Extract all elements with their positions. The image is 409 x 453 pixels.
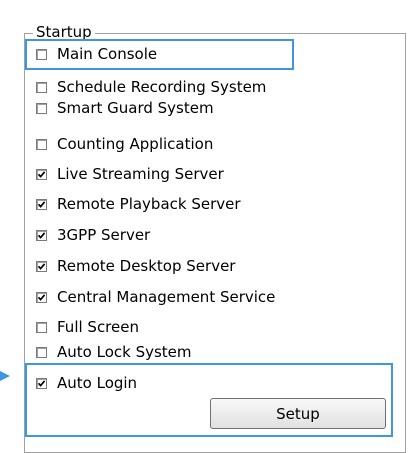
checkmark-icon — [38, 170, 45, 178]
checkbox-label: Remote Desktop Server — [57, 257, 236, 275]
checkbox[interactable] — [36, 138, 47, 150]
checkbox-label: 3GPP Server — [57, 226, 151, 244]
checkbox[interactable] — [36, 229, 47, 241]
checkbox[interactable] — [36, 198, 47, 210]
checkbox-label: Counting Application — [57, 135, 214, 153]
checkbox-item-central-management-service[interactable]: Central Management Service — [36, 286, 275, 308]
checkbox-item-remote-desktop-server[interactable]: Remote Desktop Server — [36, 255, 235, 277]
checkbox-item-3gpp-server[interactable]: 3GPP Server — [36, 224, 150, 246]
checkbox[interactable] — [36, 260, 47, 272]
checkmark-icon — [38, 262, 45, 270]
checkbox-label: Schedule Recording System — [57, 78, 267, 96]
checkbox[interactable] — [36, 291, 47, 303]
checkbox-label: Full Screen — [57, 318, 139, 336]
checkbox[interactable] — [36, 321, 47, 333]
checkmark-icon — [38, 231, 45, 239]
checkbox-label: Remote Playback Server — [57, 195, 241, 213]
highlight-box-auto-login — [25, 363, 393, 437]
checkbox-item-smart-guard-system[interactable]: Smart Guard System — [36, 97, 214, 119]
checkbox[interactable] — [36, 81, 47, 93]
checkbox-label: Smart Guard System — [57, 99, 214, 117]
checkmark-icon — [38, 293, 45, 301]
checkbox-item-counting-application[interactable]: Counting Application — [36, 133, 213, 155]
checkmark-icon — [38, 200, 45, 208]
checkbox-item-auto-lock-system[interactable]: Auto Lock System — [36, 341, 192, 363]
checkbox-item-full-screen[interactable]: Full Screen — [36, 316, 139, 338]
callout-arrow-icon — [0, 371, 10, 381]
checkbox-label: Auto Lock System — [57, 343, 192, 361]
checkbox-item-schedule-recording-system[interactable]: Schedule Recording System — [36, 76, 266, 98]
checkbox[interactable] — [36, 102, 47, 114]
checkbox-item-live-streaming-server[interactable]: Live Streaming Server — [36, 163, 224, 185]
checkbox[interactable] — [36, 168, 47, 180]
checkbox-label: Live Streaming Server — [57, 165, 224, 183]
checkbox-item-remote-playback-server[interactable]: Remote Playback Server — [36, 193, 241, 215]
checkbox-label: Central Management Service — [57, 288, 276, 306]
checkbox[interactable] — [36, 346, 47, 358]
startup-settings-panel: Startup Main Console Schedule Recording S… — [0, 0, 409, 453]
highlight-box-main-console — [25, 39, 294, 70]
